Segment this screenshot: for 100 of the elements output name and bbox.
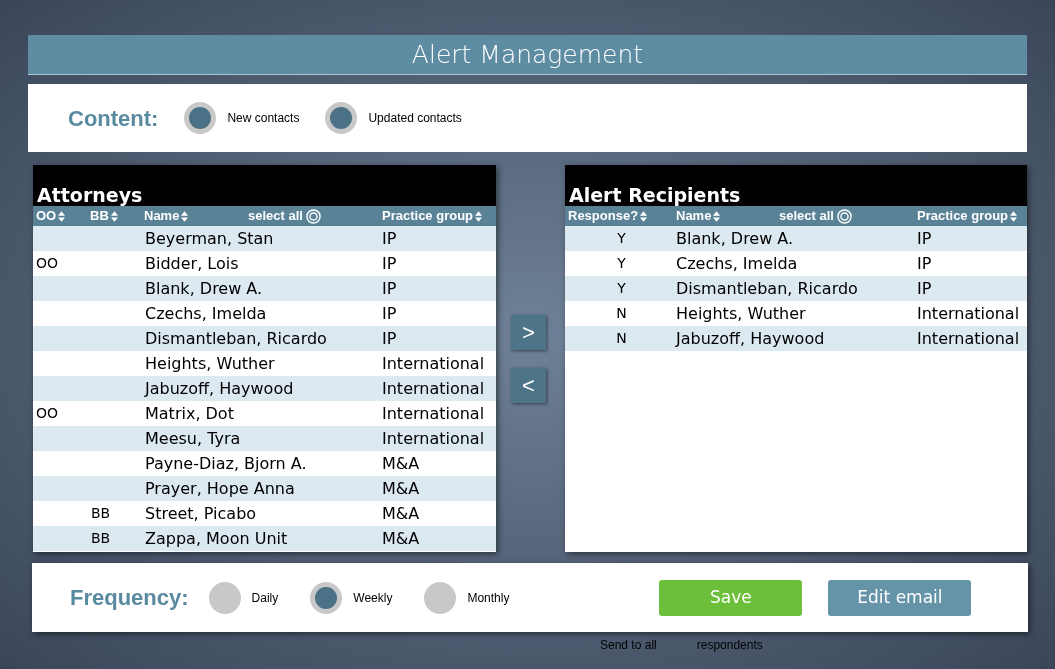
- option-label: Weekly: [353, 589, 393, 607]
- table-cell: International: [917, 303, 1020, 323]
- table-cell: Dismantleban, Ricardo: [676, 278, 858, 298]
- table-cell: BB: [91, 530, 111, 546]
- table-cell: Blank, Drew A.: [145, 278, 263, 298]
- table-row[interactable]: Prayer, Hope Anna M&A: [33, 476, 496, 501]
- table-cell: Zappa, Moon Unit: [145, 528, 288, 548]
- radio-button[interactable]: [184, 102, 217, 134]
- move-button[interactable]: <: [511, 368, 546, 403]
- table-cell: Prayer, Hope Anna: [145, 478, 295, 498]
- table-row[interactable]: Blank, Drew A. IP: [33, 276, 496, 301]
- column-header[interactable]: Name: [144, 206, 180, 226]
- table-cell: M&A: [382, 528, 420, 548]
- table-cell: International: [917, 328, 1020, 348]
- table-row[interactable]: Y Blank, Drew A. IP: [565, 226, 1027, 251]
- hidden-label: respondents: [696, 637, 763, 654]
- table-cell: IP: [917, 228, 932, 248]
- table-row[interactable]: BB Zappa, Moon Unit M&A: [33, 526, 496, 551]
- table-cell: Jabuzoff, Haywood: [145, 378, 294, 398]
- table-cell: Heights, Wuther: [145, 353, 275, 373]
- option-label: Monthly: [467, 589, 510, 607]
- column-header[interactable]: select all: [779, 206, 834, 226]
- table-cell: IP: [917, 253, 932, 273]
- select-all-icon[interactable]: [305, 208, 321, 224]
- frequency-label: Frequency:: [70, 584, 189, 612]
- table-row[interactable]: Y Dismantleban, Ricardo IP: [565, 276, 1027, 301]
- column-header[interactable]: OO: [36, 206, 57, 226]
- table-cell: M&A: [382, 478, 420, 498]
- table-row[interactable]: Jabuzoff, Haywood International: [33, 376, 496, 401]
- option-label: New contacts: [227, 110, 300, 127]
- table-cell: Payne-Diaz, Bjorn A.: [145, 453, 307, 473]
- table-cell: Meesu, Tyra: [145, 428, 241, 448]
- sort-icon[interactable]: [1010, 210, 1018, 222]
- table-cell: OO: [36, 255, 59, 271]
- table-cell: Y: [617, 280, 626, 296]
- table-cell: IP: [382, 328, 397, 348]
- table-cell: N: [616, 305, 627, 321]
- table-cell: Heights, Wuther: [676, 303, 806, 323]
- radio-button[interactable]: [208, 581, 241, 614]
- table-cell: International: [382, 353, 485, 373]
- sort-icon[interactable]: [640, 210, 648, 222]
- table-cell: Bidder, Lois: [145, 253, 239, 273]
- table-row[interactable]: Beyerman, Stan IP: [33, 226, 496, 251]
- table-cell: Czechs, Imelda: [676, 253, 798, 273]
- table-cell: Jabuzoff, Haywood: [676, 328, 825, 348]
- table-cell: International: [382, 378, 485, 398]
- table-title: Attorneys: [37, 186, 143, 205]
- table-row[interactable]: BB Street, Picabo M&A: [33, 501, 496, 526]
- table-cell: OO: [36, 405, 59, 421]
- hidden-label: Send to all: [600, 637, 657, 654]
- table-cell: Street, Picabo: [145, 503, 257, 523]
- table-row[interactable]: Payne-Diaz, Bjorn A. M&A: [33, 451, 496, 476]
- table-row[interactable]: OO Bidder, Lois IP: [33, 251, 496, 276]
- column-header[interactable]: Response?: [568, 206, 639, 226]
- table-cell: Beyerman, Stan: [145, 228, 274, 248]
- sort-icon[interactable]: [713, 210, 721, 222]
- table-cell: Matrix, Dot: [145, 403, 234, 423]
- column-header[interactable]: Practice group: [382, 206, 474, 226]
- table-row[interactable]: N Jabuzoff, Haywood International: [565, 326, 1027, 351]
- table-cell: International: [382, 428, 485, 448]
- table-cell: Y: [617, 255, 626, 271]
- table-cell: M&A: [382, 503, 420, 523]
- radio-button[interactable]: [325, 102, 358, 134]
- table-row[interactable]: Dismantleban, Ricardo IP: [33, 326, 496, 351]
- table-title: Alert Recipients: [569, 186, 741, 205]
- column-header[interactable]: select all: [248, 206, 303, 226]
- window-title: Alert Management: [411, 38, 644, 71]
- table-row[interactable]: Czechs, Imelda IP: [33, 301, 496, 326]
- option-label: Updated contacts: [368, 110, 462, 127]
- table-cell: Dismantleban, Ricardo: [145, 328, 327, 348]
- table-row[interactable]: OO Matrix, Dot International: [33, 401, 496, 426]
- table-cell: Y: [617, 230, 626, 246]
- table-row[interactable]: Y Czechs, Imelda IP: [565, 251, 1027, 276]
- table-cell: N: [616, 330, 627, 346]
- table-cell: Blank, Drew A.: [676, 228, 794, 248]
- sort-icon[interactable]: [58, 210, 66, 222]
- sort-icon[interactable]: [110, 210, 118, 222]
- move-button[interactable]: >: [511, 315, 546, 350]
- table-row[interactable]: N Heights, Wuther International: [565, 301, 1027, 326]
- option-label: Daily: [251, 589, 279, 607]
- column-header[interactable]: Practice group: [917, 206, 1009, 226]
- table-cell: IP: [382, 303, 397, 323]
- table-cell: IP: [382, 228, 397, 248]
- sort-icon[interactable]: [181, 210, 189, 222]
- table-cell: IP: [917, 278, 932, 298]
- table-cell: BB: [91, 505, 111, 521]
- radio-button[interactable]: [310, 581, 343, 614]
- table-cell: IP: [382, 253, 397, 273]
- radio-button[interactable]: [424, 581, 457, 614]
- column-header[interactable]: BB: [90, 206, 109, 226]
- table-row[interactable]: Meesu, Tyra International: [33, 426, 496, 451]
- select-all-icon[interactable]: [836, 208, 852, 224]
- table-cell: M&A: [382, 453, 420, 473]
- content-label: Content:: [68, 104, 159, 133]
- table-cell: International: [382, 403, 485, 423]
- sort-icon[interactable]: [475, 210, 483, 222]
- column-header[interactable]: Name: [676, 206, 712, 226]
- table-cell: Czechs, Imelda: [145, 303, 267, 323]
- table-cell: IP: [382, 278, 397, 298]
- table-row[interactable]: Heights, Wuther International: [33, 351, 496, 376]
